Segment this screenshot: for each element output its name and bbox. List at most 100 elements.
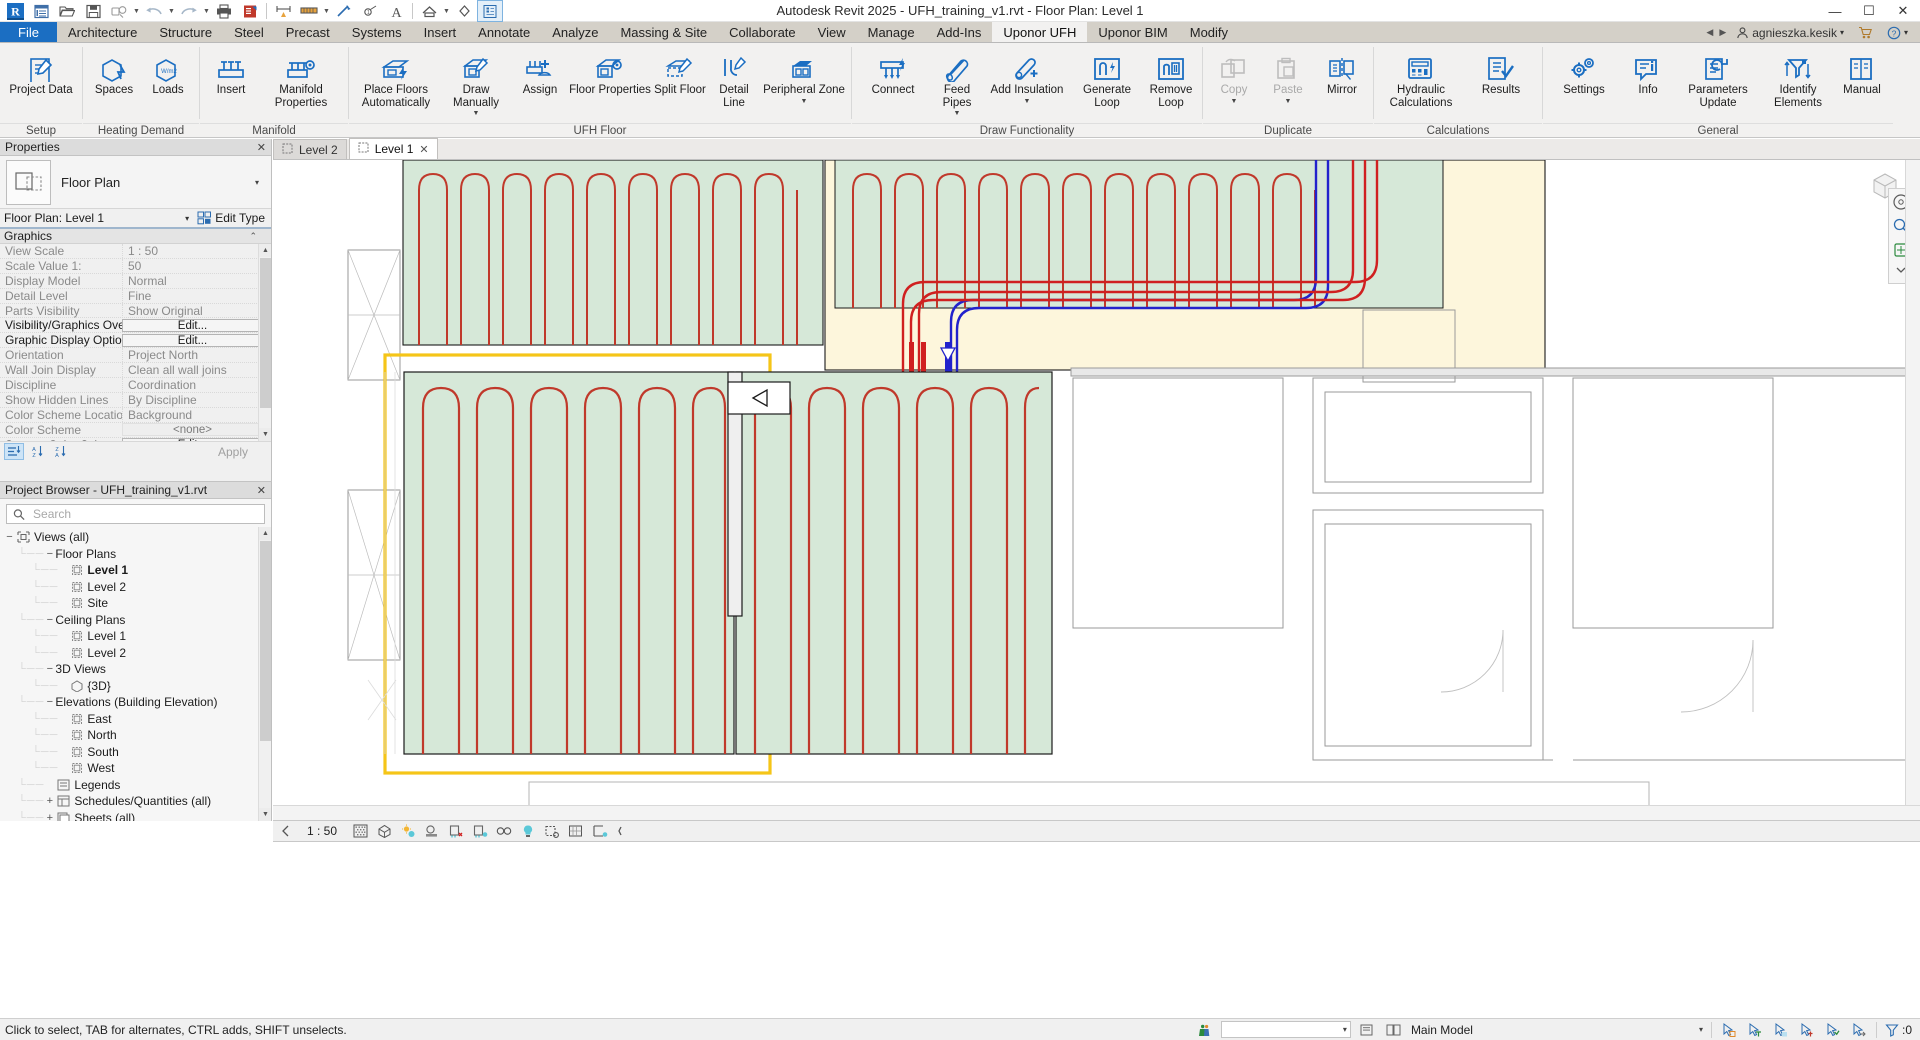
tree-item-level-1[interactable]: └── Level 1 (0, 562, 271, 579)
edit-type-button[interactable]: Edit Type (197, 211, 271, 225)
chevron-down-icon[interactable]: ▼ (1231, 98, 1238, 105)
ribbon-button-draw-manually[interactable]: Draw Manually ▼ (439, 46, 513, 119)
ribbon-button-manifold-properties[interactable]: Manifold Properties (258, 46, 344, 111)
property-row[interactable]: Color Scheme Location Background (0, 407, 271, 423)
filter-indicator[interactable]: :0 (1885, 1023, 1912, 1037)
show-crop-region-icon[interactable] (493, 821, 515, 841)
crop-view-icon[interactable] (469, 821, 491, 841)
tree-toggle-icon[interactable]: − (44, 548, 55, 559)
tree-item-sheets-all[interactable]: └── + Sheets (all) (0, 810, 271, 821)
maximize-button[interactable]: ☐ (1852, 0, 1886, 22)
drawing-canvas[interactable] (273, 160, 1920, 820)
property-edit-button[interactable]: Edit... (122, 333, 263, 347)
property-row[interactable]: Detail Level Fine (0, 288, 271, 304)
sort-group-icon[interactable] (4, 443, 24, 460)
ribbon-button-feed-pipes[interactable]: Feed Pipes ▼ (930, 46, 984, 119)
ribbon-button-results[interactable]: Results (1464, 46, 1538, 99)
ribbon-button-spaces[interactable]: Spaces (87, 46, 141, 99)
ribbon-button-settings[interactable]: Settings (1547, 46, 1621, 99)
ribbon-tab-insert[interactable]: Insert (413, 22, 468, 42)
visual-style-icon[interactable] (373, 821, 395, 841)
tree-item-level-1[interactable]: └── Level 1 (0, 628, 271, 645)
ribbon-button-peripheral-zone[interactable]: Peripheral Zone ▼ (761, 46, 847, 107)
properties-scroll-up-icon[interactable]: ▲ (259, 244, 271, 257)
ribbon-tab-structure[interactable]: Structure (148, 22, 223, 42)
ribbon-button-remove-loop[interactable]: Remove Loop (1144, 46, 1198, 111)
ribbon-tab-systems[interactable]: Systems (341, 22, 413, 42)
property-row[interactable]: Display Model Normal (0, 273, 271, 289)
tree-toggle-icon[interactable]: + (44, 812, 55, 821)
detail-level-fine-icon[interactable] (349, 821, 371, 841)
user-caret-icon[interactable]: ▾ (1840, 28, 1844, 37)
property-row[interactable]: Color Scheme <none> (0, 423, 271, 438)
user-account-button[interactable]: agnieszka.kesik ▾ (1732, 22, 1848, 43)
ribbon-tab-precast[interactable]: Precast (275, 22, 341, 42)
view-scale-label[interactable]: 1 : 50 (297, 824, 347, 838)
vcb-left-caret-icon[interactable] (279, 824, 293, 838)
ribbon-tab-collaborate[interactable]: Collaborate (718, 22, 807, 42)
properties-scroll-thumb[interactable] (260, 258, 271, 408)
properties-close-icon[interactable]: ✕ (257, 141, 266, 154)
ribbon-tab-uponor-ufh[interactable]: Uponor UFH (992, 22, 1088, 42)
select-pinned-icon[interactable] (1798, 1021, 1816, 1039)
view-tab-level-2[interactable]: Level 2 (273, 139, 347, 159)
property-row[interactable]: Visibility/Graphics Overri...Edit... (0, 318, 271, 334)
nav-prev-icon[interactable]: ◀ (1706, 27, 1713, 38)
tree-toggle-icon[interactable]: − (4, 532, 15, 543)
temporary-hide-isolate-icon[interactable] (541, 821, 563, 841)
properties-type-caret-icon[interactable]: ▾ (255, 178, 265, 187)
tree-item-3d[interactable]: └── {3D} (0, 678, 271, 695)
ribbon-button-identify-elements[interactable]: Identify Elements (1761, 46, 1835, 111)
property-value[interactable]: <none> (122, 423, 263, 437)
tree-item-views-all[interactable]: − Views (all) (0, 529, 271, 546)
constraints-icon[interactable] (613, 821, 635, 841)
canvas-vertical-scrollbar[interactable] (1905, 160, 1920, 820)
tree-item-schedules-quantities-all[interactable]: └── + Schedules/Quantities (all) (0, 793, 271, 810)
tree-item-north[interactable]: └── North (0, 727, 271, 744)
analytical-model-icon[interactable] (589, 821, 611, 841)
shadows-icon[interactable] (421, 821, 443, 841)
ribbon-tab-steel[interactable]: Steel (223, 22, 275, 42)
tree-item-floor-plans[interactable]: └── − Floor Plans (0, 546, 271, 563)
tree-scroll-down-icon[interactable]: ▼ (259, 808, 271, 821)
search-box[interactable] (6, 504, 265, 524)
help-button[interactable]: ? ▾ (1883, 22, 1912, 43)
ribbon-tab-modify[interactable]: Modify (1179, 22, 1239, 42)
reveal-hidden-elements-icon[interactable] (565, 821, 587, 841)
floor-plan-drawing[interactable] (273, 160, 1920, 820)
ribbon-button-place-floors-automatically[interactable]: Place Floors Automatically (353, 46, 439, 111)
properties-instance-selector[interactable]: Floor Plan: Level 1 ▾ Edit Type (0, 209, 271, 229)
editing-requests-icon[interactable] (1385, 1021, 1403, 1039)
tree-item-legends[interactable]: └── Legends (0, 777, 271, 794)
ribbon-tab-manage[interactable]: Manage (857, 22, 926, 42)
properties-group-graphics[interactable]: Graphics ⌃ (0, 229, 271, 244)
chevron-down-icon[interactable]: ▼ (954, 110, 961, 117)
select-underlay-icon[interactable] (1772, 1021, 1790, 1039)
tree-item-south[interactable]: └── South (0, 744, 271, 761)
tree-item-site[interactable]: └── Site (0, 595, 271, 612)
main-model-caret-icon[interactable]: ▾ (1699, 1025, 1703, 1034)
chevron-down-icon[interactable]: ▼ (801, 98, 808, 105)
file-tab[interactable]: File (0, 22, 57, 42)
ribbon-tab-analyze[interactable]: Analyze (541, 22, 609, 42)
chevron-down-icon[interactable]: ▼ (473, 110, 480, 117)
sun-path-icon[interactable] (397, 821, 419, 841)
view-tab-level-1[interactable]: Level 1 ✕ (348, 138, 438, 159)
canvas-horizontal-scrollbar[interactable] (273, 805, 1920, 820)
ribbon-tab-architecture[interactable]: Architecture (57, 22, 148, 42)
tree-item-elevations-building-elevation[interactable]: └── − Elevations (Building Elevation) (0, 694, 271, 711)
sort-descending-icon[interactable]: ZA (50, 443, 70, 460)
tree-item-level-2[interactable]: └── Level 2 (0, 579, 271, 596)
nav-next-icon[interactable]: ▶ (1719, 27, 1726, 38)
design-options-select[interactable]: ▾ (1220, 1021, 1351, 1038)
properties-scroll-down-icon[interactable]: ▼ (259, 428, 271, 441)
ribbon-button-parameters-update[interactable]: Parameters Update (1675, 46, 1761, 111)
view-tab-close-icon[interactable]: ✕ (419, 143, 428, 156)
property-row[interactable]: Wall Join Display Clean all wall joins (0, 363, 271, 379)
ribbon-button-split-floor[interactable]: Split Floor (653, 46, 707, 99)
ribbon-button-hydraulic-calculations[interactable]: Hydraulic Calculations (1378, 46, 1464, 111)
design-options-caret-icon[interactable]: ▾ (1343, 1025, 1347, 1034)
ribbon-button-loads[interactable]: W/m2 Loads (141, 46, 195, 99)
ribbon-button-add-insulation[interactable]: Add Insulation ▼ (984, 46, 1070, 107)
ribbon-button-insert[interactable]: Insert (204, 46, 258, 99)
